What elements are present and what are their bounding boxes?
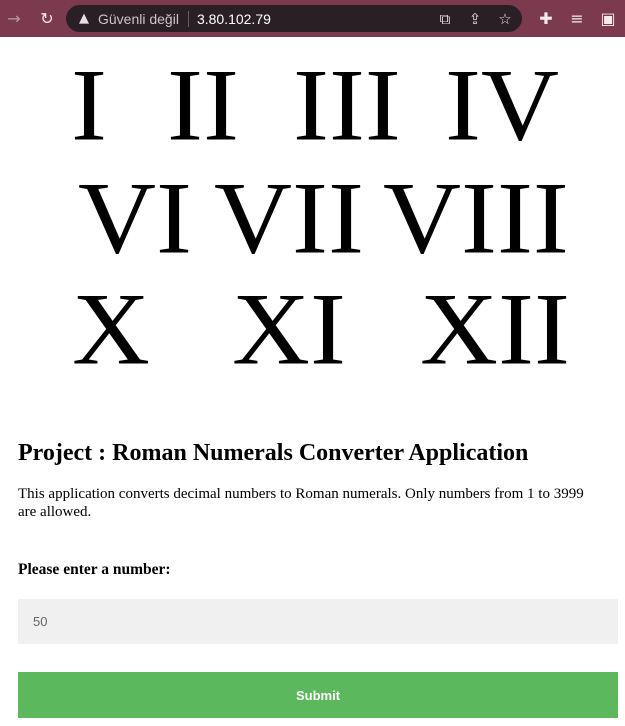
extensions-icon[interactable]: ✚ — [535, 7, 557, 29]
translate-icon[interactable]: ⧉ — [434, 8, 456, 30]
numeral-2: II — [167, 49, 239, 163]
description-text: This application converts decimal number… — [18, 486, 584, 520]
page-title: Project : Roman Numerals Converter Appli… — [18, 440, 529, 466]
side-panel-icon[interactable]: ▣ — [597, 7, 619, 29]
numeral-1: I — [71, 49, 107, 163]
security-status: Güvenli değil — [98, 10, 179, 27]
number-input[interactable]: 50 — [18, 599, 618, 644]
back-arrow-icon[interactable]: → — [3, 8, 25, 30]
star-icon[interactable]: ☆ — [494, 8, 516, 30]
submit-button-label: Submit — [295, 687, 341, 703]
toolbar-actions: ✚ ≡ ▣ — [535, 7, 619, 29]
numeral-8: VIII — [383, 162, 569, 276]
address-bar-actions: ⧉ ⇪ ☆ — [434, 8, 516, 30]
number-input-label: Please enter a number: — [18, 561, 171, 578]
address-bar[interactable]: ▲ Güvenli değil 3.80.102.79 ⧉ ⇪ ☆ — [66, 5, 522, 32]
numeral-11: XI — [232, 273, 346, 387]
numeral-3: III — [293, 49, 401, 163]
address-separator — [187, 10, 189, 27]
share-icon[interactable]: ⇪ — [464, 8, 486, 30]
url-text[interactable]: 3.80.102.79 — [197, 11, 271, 27]
warning-icon[interactable]: ▲ — [76, 11, 92, 27]
reload-icon[interactable]: ↻ — [36, 8, 58, 30]
numeral-6: VI — [78, 162, 192, 276]
media-icon[interactable]: ≡ — [566, 7, 588, 29]
submit-button[interactable]: Submit — [18, 672, 618, 718]
converter-section: Project : Roman Numerals Converter Appli… — [18, 440, 618, 718]
numeral-12: XII — [420, 273, 570, 387]
roman-numerals-banner: I II III IV VI VII VIII X XI XII — [0, 37, 625, 387]
numeral-4: IV — [445, 49, 559, 163]
numeral-7: VII — [214, 162, 364, 276]
browser-toolbar: → ↻ ▲ Güvenli değil 3.80.102.79 ⧉ ⇪ ☆ ✚ … — [0, 0, 625, 37]
numeral-10: X — [72, 273, 150, 387]
number-input-value: 50 — [33, 614, 48, 629]
